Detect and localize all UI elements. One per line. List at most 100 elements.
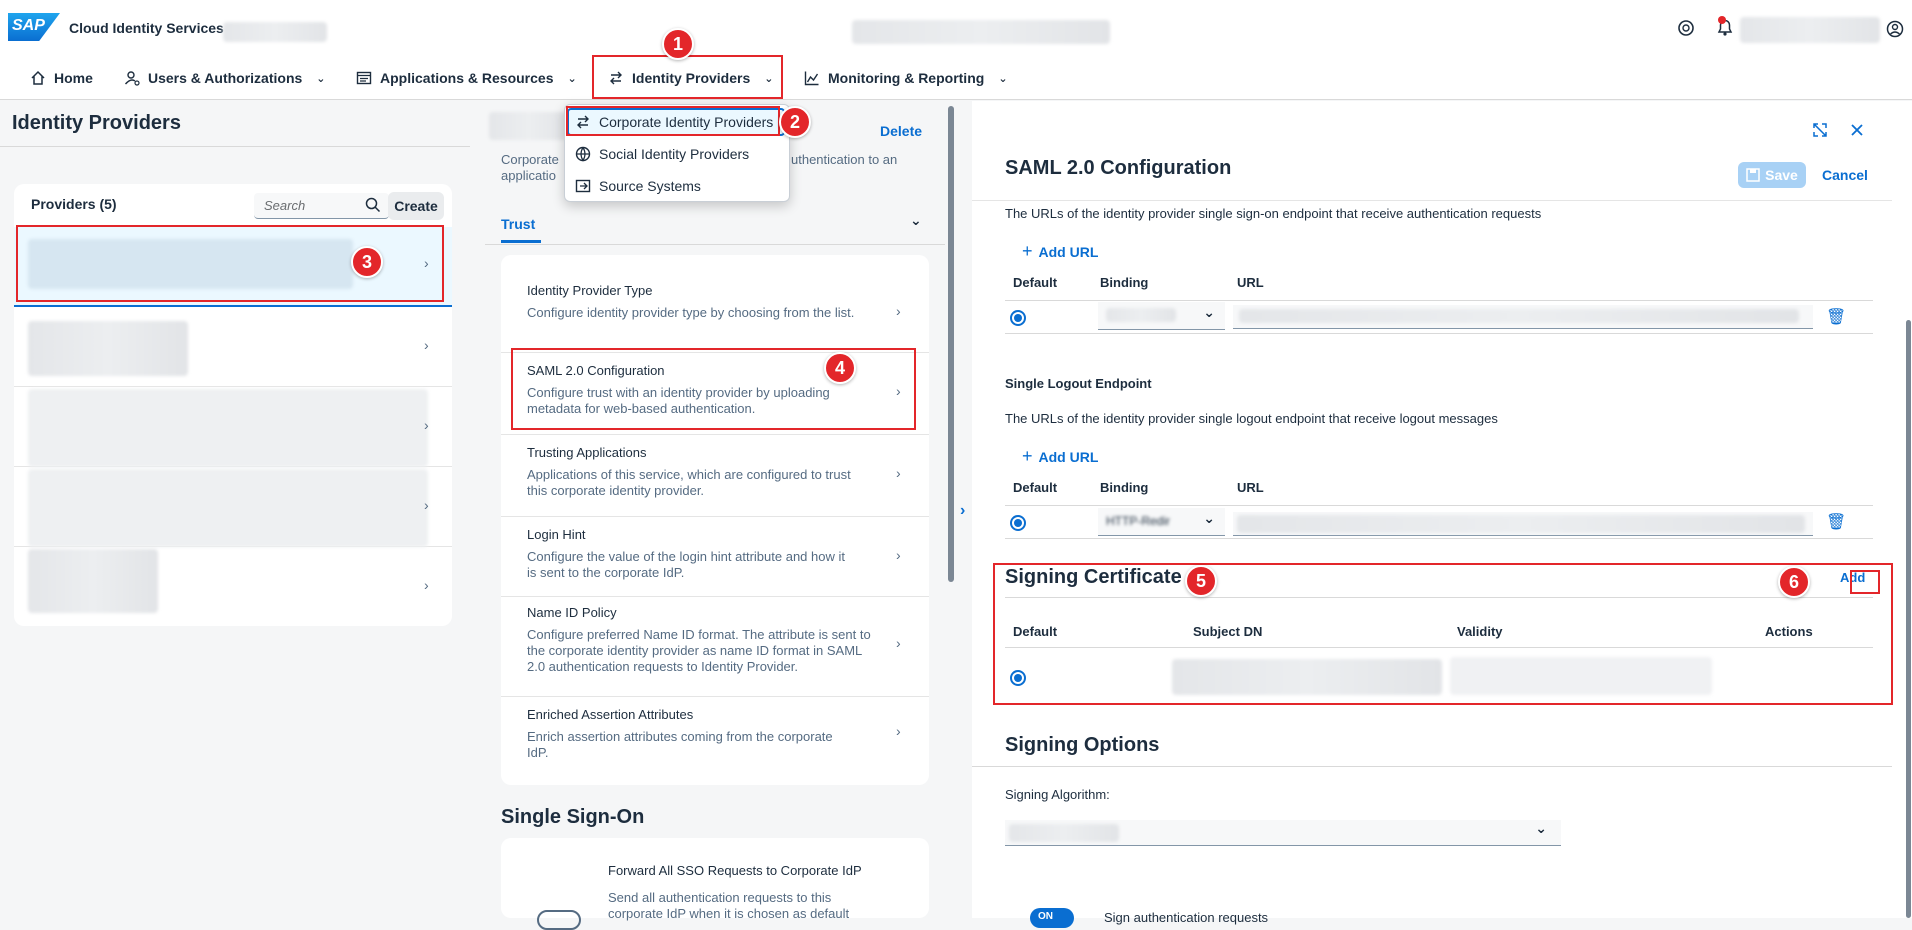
nav-identity-providers-label: Identity Providers [632, 70, 751, 86]
nav-home-label: Home [54, 70, 93, 86]
chevron-right-icon: › [424, 577, 429, 593]
nav-users-authorizations[interactable]: Users & Authorizations ⌄ [124, 70, 326, 86]
identity-providers-menu: Corporate Identity Providers Social Iden… [564, 104, 790, 202]
chevron-down-icon: ⌄ [567, 72, 577, 85]
user-name-redacted [1740, 17, 1880, 43]
chevron-right-icon: › [896, 723, 901, 739]
url-input[interactable] [1233, 305, 1813, 329]
notifications-icon[interactable] [1714, 16, 1736, 38]
item-desc: Configure the value of the login hint at… [527, 549, 845, 580]
add-certificate-button[interactable]: Add [1840, 570, 1865, 585]
chevron-down-icon: ⌄ [1203, 304, 1215, 320]
delete-button[interactable]: Delete [880, 123, 922, 139]
middle-scrollbar[interactable] [948, 106, 954, 582]
home-icon [31, 70, 45, 85]
tab-trust[interactable]: Trust [501, 216, 541, 243]
list-item[interactable]: › [14, 309, 452, 387]
nav-monitoring-label: Monitoring & Reporting [828, 70, 985, 86]
chevron-down-icon[interactable]: ⌄ [910, 212, 922, 229]
menu-label: Corporate Identity Providers [599, 114, 774, 130]
add-url-label: Add URL [1038, 448, 1099, 465]
chevron-right-icon: › [896, 465, 901, 481]
chevron-right-icon[interactable]: › [960, 502, 965, 520]
sso-toggle[interactable] [537, 910, 581, 930]
signing-algorithm-label: Signing Algorithm: [1005, 787, 1110, 802]
default-radio[interactable] [1010, 670, 1026, 686]
save-button[interactable]: Save [1738, 162, 1806, 188]
search-placeholder: Search [264, 198, 306, 213]
add-url-button[interactable]: + Add URL [1022, 446, 1098, 467]
add-url-button[interactable]: + Add URL [1022, 241, 1098, 262]
menu-item-source-systems[interactable]: Source Systems [575, 178, 701, 194]
list-item[interactable]: › [14, 549, 452, 625]
default-radio[interactable] [1010, 310, 1026, 326]
help-icon[interactable] [1676, 18, 1696, 38]
delete-icon[interactable]: 🗑 [1826, 512, 1846, 532]
signing-algorithm-select[interactable]: ⌄ [1005, 820, 1561, 846]
url-input[interactable] [1233, 512, 1813, 536]
cancel-button[interactable]: Cancel [1822, 167, 1868, 183]
binding-select[interactable]: HTTP-Redir ⌄ [1098, 508, 1225, 536]
trust-settings-card: Identity Provider Type Configure identit… [501, 255, 929, 785]
nav-applications-resources[interactable]: Applications & Resources ⌄ [356, 70, 577, 86]
provider-name-redacted [28, 321, 188, 376]
algorithm-value-redacted [1009, 824, 1119, 842]
delete-icon[interactable]: 🗑 [1826, 307, 1846, 327]
nav-identity-providers[interactable]: Identity Providers ⌄ [608, 70, 773, 86]
list-item[interactable]: Login Hint Configure the value of the lo… [501, 519, 929, 597]
step-badge-1: 1 [662, 28, 694, 60]
nav-home[interactable]: Home [30, 70, 93, 86]
validity-redacted [1450, 657, 1712, 695]
user-settings-icon [124, 71, 140, 86]
list-item[interactable]: › [14, 469, 452, 547]
menu-item-corporate-label[interactable]: Corporate Identity Providers [575, 114, 773, 130]
create-button[interactable]: Create [388, 192, 444, 220]
item-desc: Configure trust with an identity provide… [527, 385, 830, 416]
globe-icon [575, 146, 591, 162]
chevron-right-icon: › [424, 417, 429, 433]
col-actions: Actions [1765, 624, 1813, 639]
page-title: Identity Providers [12, 112, 181, 134]
list-item[interactable]: Enriched Assertion Attributes Enrich ass… [501, 699, 929, 779]
list-item[interactable]: › [14, 227, 452, 307]
binding-select[interactable]: ⌄ [1098, 302, 1225, 330]
search-icon[interactable] [365, 197, 381, 216]
list-item[interactable]: SAML 2.0 Configuration Configure trust w… [501, 355, 929, 435]
chevron-down-icon: ⌄ [1535, 820, 1547, 836]
shell-bar: SAP Cloud Identity Services [0, 0, 1912, 58]
list-item[interactable]: Trusting Applications Applications of th… [501, 437, 929, 517]
menu-label: Social Identity Providers [599, 146, 750, 162]
tenant-url-redacted [852, 20, 1110, 44]
chevron-right-icon: › [896, 635, 901, 651]
sap-logo[interactable]: SAP [8, 13, 60, 41]
close-icon[interactable] [1849, 122, 1865, 141]
menu-item-social[interactable]: Social Identity Providers [575, 146, 749, 162]
default-radio[interactable] [1010, 515, 1026, 531]
list-item[interactable]: Name ID Policy Configure preferred Name … [501, 597, 929, 697]
binding-value-redacted [1106, 308, 1176, 322]
chevron-right-icon: › [896, 547, 901, 563]
user-profile-icon[interactable] [1886, 20, 1904, 38]
provider-name-redacted [28, 389, 428, 467]
sign-requests-toggle[interactable]: ON [1030, 908, 1074, 928]
chevron-down-icon: ⌄ [998, 72, 1008, 85]
chevron-right-icon: › [896, 303, 901, 319]
col-url: URL [1237, 480, 1264, 495]
slo-desc: The URLs of the identity provider single… [1005, 411, 1498, 426]
chevron-right-icon: › [424, 497, 429, 513]
list-item[interactable]: › [14, 389, 452, 467]
step-badge-2: 2 [779, 106, 811, 138]
swap-icon [577, 115, 589, 129]
col-default: Default [1013, 480, 1058, 495]
nav-users-label: Users & Authorizations [148, 70, 303, 86]
nav-monitoring-reporting[interactable]: Monitoring & Reporting ⌄ [804, 70, 1008, 86]
col-default: Default [1013, 624, 1058, 639]
fullscreen-icon[interactable] [1812, 122, 1828, 141]
list-item[interactable]: Identity Provider Type Configure identit… [501, 275, 929, 353]
item-desc: Enrich assertion attributes coming from … [527, 729, 833, 760]
description-line2: applicatio [501, 168, 556, 183]
provider-name-redacted [28, 469, 428, 547]
right-scrollbar[interactable] [1906, 320, 1911, 918]
providers-count: Providers (5) [31, 196, 117, 212]
search-input[interactable]: Search [254, 193, 389, 219]
